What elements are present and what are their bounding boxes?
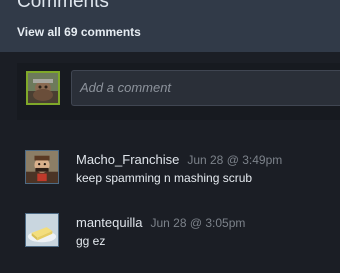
- comment-text: gg ez: [76, 234, 106, 248]
- comment-item: Macho_Franchise Jun 28 @ 3:49pm keep spam…: [0, 150, 340, 196]
- comment-author-name[interactable]: mantequilla: [76, 215, 143, 230]
- comment-input[interactable]: Add a comment: [71, 70, 340, 106]
- comment-author[interactable]: mantequilla Jun 28 @ 3:05pm: [76, 215, 245, 230]
- comments-header: Comments View all 69 comments: [0, 0, 340, 52]
- comments-title: Comments: [17, 0, 109, 12]
- comment-author-name[interactable]: Macho_Franchise: [76, 152, 179, 167]
- comment-author[interactable]: Macho_Franchise Jun 28 @ 3:49pm: [76, 152, 282, 167]
- comment-compose-box: Add a comment: [17, 63, 340, 120]
- comment-timestamp: Jun 28 @ 3:49pm: [187, 153, 283, 167]
- comment-text: keep spamming n mashing scrub: [76, 171, 253, 185]
- butter-avatar-icon[interactable]: [25, 213, 59, 247]
- user-avatar-icon[interactable]: [26, 71, 60, 105]
- view-all-comments-link[interactable]: View all 69 comments: [17, 25, 141, 39]
- user-avatar-icon[interactable]: [25, 150, 59, 184]
- comment-item: mantequilla Jun 28 @ 3:05pm gg ez: [0, 213, 340, 259]
- comment-timestamp: Jun 28 @ 3:05pm: [150, 216, 246, 230]
